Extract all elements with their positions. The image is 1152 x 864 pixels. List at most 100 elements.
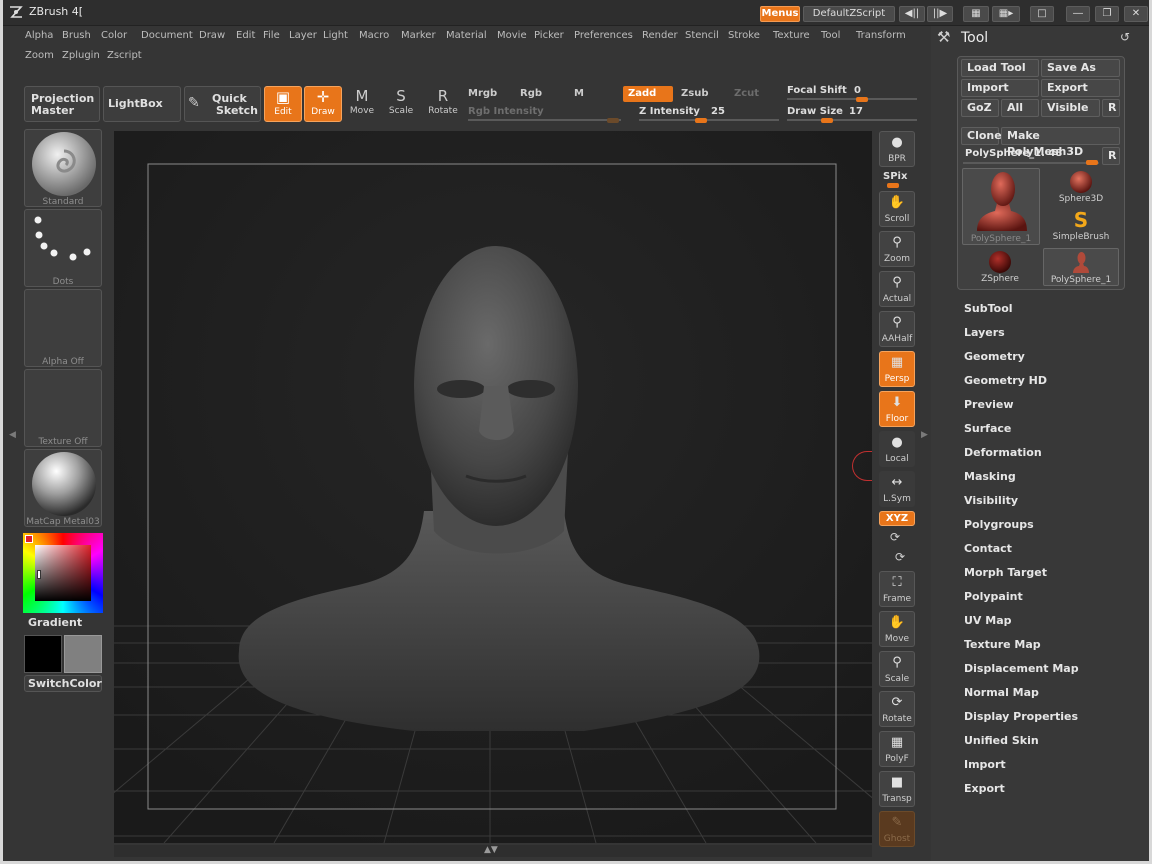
tool-thumb-polysphere-large[interactable]: PolySphere_1 — [962, 168, 1040, 245]
mrgb-button[interactable]: Mrgb — [463, 86, 511, 102]
visible-button[interactable]: Visible — [1041, 99, 1100, 117]
move-button[interactable]: M Move — [343, 86, 381, 122]
z-intensity-slider[interactable] — [639, 119, 779, 121]
actual-button[interactable]: ⚲ Actual — [879, 271, 915, 307]
save-as-button[interactable]: Save As — [1041, 59, 1120, 77]
goz-button[interactable]: GoZ — [961, 99, 999, 117]
subpalette-polypaint[interactable]: Polypaint — [964, 590, 1023, 603]
menu-draw[interactable]: Draw — [199, 30, 225, 41]
r-button[interactable]: R — [1102, 99, 1120, 117]
menu-macro[interactable]: Macro — [359, 30, 389, 41]
texture-thumbnail[interactable]: Texture Off — [24, 369, 102, 447]
load-tool-button[interactable]: Load Tool — [961, 59, 1039, 77]
lightbox-button[interactable]: LightBox — [103, 86, 181, 122]
local-button[interactable]: ● Local — [879, 431, 915, 467]
subpalette-geometry-hd[interactable]: Geometry HD — [964, 374, 1047, 387]
lock-icon[interactable]: □ — [1030, 6, 1054, 22]
subpalette-deformation[interactable]: Deformation — [964, 446, 1042, 459]
move-view-button[interactable]: ✋ Move — [879, 611, 915, 647]
subpalette-display-properties[interactable]: Display Properties — [964, 710, 1078, 723]
secondary-color-swatch[interactable] — [64, 635, 102, 673]
close-icon[interactable]: ✕ — [1124, 6, 1148, 22]
menu-layer[interactable]: Layer — [289, 30, 317, 41]
subpalette-subtool[interactable]: SubTool — [964, 302, 1013, 315]
focal-shift-slider[interactable] — [787, 98, 917, 100]
projection-master-button[interactable]: Projection Master — [24, 86, 100, 122]
zadd-button[interactable]: Zadd — [623, 86, 673, 102]
draw-button[interactable]: ✛ Draw — [304, 86, 342, 122]
menu-transform[interactable]: Transform — [856, 30, 906, 41]
menu-file[interactable]: File — [263, 30, 280, 41]
tool-thumb-zsphere[interactable]: ZSphere — [962, 248, 1038, 286]
subpalette-polygroups[interactable]: Polygroups — [964, 518, 1034, 531]
rotate-z-icon[interactable]: ⟳ — [895, 550, 905, 564]
floor-button[interactable]: ⬇ Floor — [879, 391, 915, 427]
next-layout-icon[interactable]: ||▶ — [927, 6, 953, 22]
clone-button[interactable]: Clone — [961, 127, 1002, 145]
z-intensity-knob[interactable] — [695, 118, 707, 123]
tool-thumb-simplebrush[interactable]: S SimpleBrush — [1043, 208, 1119, 246]
subpalette-normal-map[interactable]: Normal Map — [964, 686, 1039, 699]
subpalette-geometry[interactable]: Geometry — [964, 350, 1025, 363]
persp-button[interactable]: ▦ Persp — [879, 351, 915, 387]
spix-slider-knob[interactable] — [887, 183, 899, 188]
gradient-label[interactable]: Gradient — [28, 616, 82, 629]
menu-movie[interactable]: Movie — [497, 30, 527, 41]
menu-zscript[interactable]: Zscript — [107, 50, 142, 61]
rotate-y-icon[interactable]: ⟳ — [890, 530, 900, 544]
menu-marker[interactable]: Marker — [401, 30, 436, 41]
menu-brush[interactable]: Brush — [62, 30, 91, 41]
saturation-square[interactable] — [35, 545, 91, 601]
all-button[interactable]: All — [1001, 99, 1039, 117]
polyf-button[interactable]: ▦ PolyF — [879, 731, 915, 767]
tool-r-button[interactable]: R — [1102, 147, 1120, 165]
menu-light[interactable]: Light — [323, 30, 348, 41]
frame-button[interactable]: ⛶ Frame — [879, 571, 915, 607]
scale-view-button[interactable]: ⚲ Scale — [879, 651, 915, 687]
menu-zoom[interactable]: Zoom — [25, 50, 54, 61]
scale-button[interactable]: S Scale — [382, 86, 420, 122]
xyz-button[interactable]: XYZ — [879, 511, 915, 526]
menu-tool[interactable]: Tool — [821, 30, 840, 41]
default-zscript-button[interactable]: DefaultZScript — [803, 6, 895, 22]
scroll-button[interactable]: ✋ Scroll — [879, 191, 915, 227]
right-tray-arrow-icon[interactable]: ▶ — [921, 430, 928, 440]
refresh-icon[interactable]: ↺ — [1120, 30, 1130, 44]
subpalette-displacement-map[interactable]: Displacement Map — [964, 662, 1079, 675]
subpalette-preview[interactable]: Preview — [964, 398, 1014, 411]
menu-picker[interactable]: Picker — [534, 30, 564, 41]
menu-alpha[interactable]: Alpha — [25, 30, 53, 41]
rgb-button[interactable]: Rgb — [515, 86, 563, 102]
ghost-button[interactable]: ✎ Ghost — [879, 811, 915, 847]
stroke-thumbnail[interactable]: Dots — [24, 209, 102, 287]
subpalette-surface[interactable]: Surface — [964, 422, 1011, 435]
focal-shift-knob[interactable] — [856, 97, 868, 102]
canvas-viewport[interactable] — [114, 131, 872, 843]
tool-thumb-sphere3d[interactable]: Sphere3D — [1043, 168, 1119, 206]
subpalette-uv-map[interactable]: UV Map — [964, 614, 1012, 627]
subpalette-morph-target[interactable]: Morph Target — [964, 566, 1047, 579]
export-button[interactable]: Export — [1041, 79, 1120, 97]
subpalette-unified-skin[interactable]: Unified Skin — [964, 734, 1039, 747]
menu-render[interactable]: Render — [642, 30, 678, 41]
menus-button[interactable]: Menus — [760, 6, 800, 22]
m-button[interactable]: M — [569, 86, 619, 102]
menu-material[interactable]: Material — [446, 30, 487, 41]
menu-stroke[interactable]: Stroke — [728, 30, 760, 41]
subpalette-contact[interactable]: Contact — [964, 542, 1012, 555]
tool-slider-knob[interactable] — [1086, 160, 1098, 165]
transp-button[interactable]: ■ Transp — [879, 771, 915, 807]
draw-size-knob[interactable] — [821, 118, 833, 123]
rotate-button[interactable]: R Rotate — [423, 86, 463, 122]
color-picker[interactable] — [23, 533, 103, 613]
make-polymesh-button[interactable]: Make PolyMesh3D — [1001, 127, 1120, 158]
bpr-button[interactable]: ● BPR — [879, 131, 915, 167]
menu-document[interactable]: Document — [141, 30, 193, 41]
material-thumbnail[interactable]: MatCap Metal03 — [24, 449, 102, 527]
prev-layout-icon[interactable]: ◀|| — [899, 6, 925, 22]
switch-color-button[interactable]: SwitchColor — [24, 675, 102, 692]
menu-edit[interactable]: Edit — [236, 30, 255, 41]
left-tray-arrow-icon[interactable]: ◀ — [9, 430, 16, 440]
subpalette-export[interactable]: Export — [964, 782, 1005, 795]
subpalette-layers[interactable]: Layers — [964, 326, 1005, 339]
